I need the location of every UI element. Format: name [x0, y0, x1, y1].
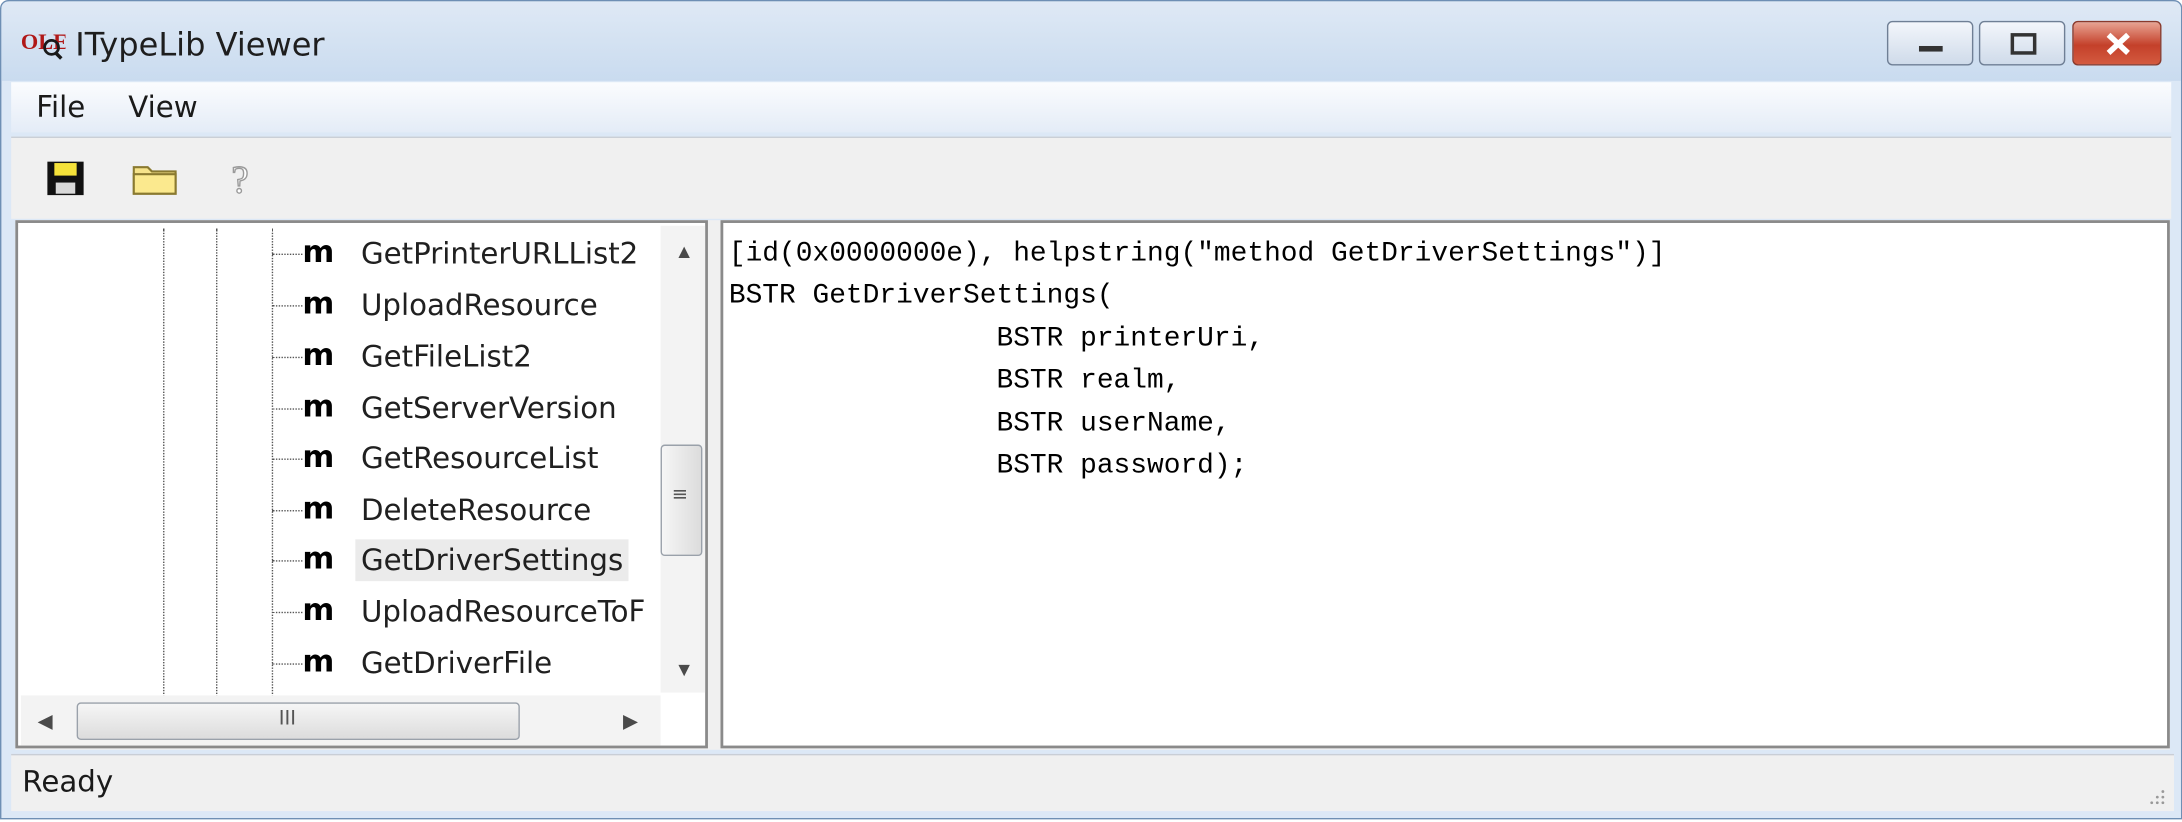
- idl-detail-pane[interactable]: [id(0x0000000e), helpstring("method GetD…: [720, 220, 2170, 749]
- tree-branch: [271, 356, 303, 359]
- tree-item[interactable]: m UploadResource: [271, 282, 662, 329]
- tree-guide-line: [163, 228, 165, 697]
- tree-vertical-scrollbar[interactable]: ▲ ≡ ▼: [660, 225, 706, 693]
- scroll-right-arrow-icon[interactable]: ▶: [623, 709, 638, 733]
- tree-branch: [271, 253, 303, 256]
- method-icon: m: [302, 440, 335, 476]
- menu-view[interactable]: View: [128, 91, 197, 124]
- method-icon: m: [302, 542, 335, 577]
- title-bar[interactable]: OLE ITypeLib Viewer: [1, 1, 2181, 81]
- method-icon: m: [302, 235, 335, 271]
- tree-branch: [271, 510, 303, 512]
- grip-icon: III: [278, 707, 296, 731]
- tree-branch: [271, 408, 303, 410]
- method-icon: m: [302, 338, 335, 374]
- method-icon: m: [302, 390, 335, 426]
- tree-item-label: GetDriverSettings: [355, 539, 629, 582]
- toolbar: ?: [11, 136, 2172, 219]
- status-bar: Ready: [11, 753, 2175, 812]
- tree-branch: [271, 458, 303, 460]
- tree-item[interactable]: m GetDriverFile: [271, 640, 662, 687]
- resize-grip-icon[interactable]: [2146, 786, 2166, 806]
- help-icon[interactable]: ?: [223, 159, 265, 198]
- scroll-down-arrow-icon[interactable]: ▼: [675, 658, 694, 680]
- svg-text:?: ?: [231, 159, 248, 198]
- tree-item[interactable]: m GetServerVersion: [271, 385, 662, 432]
- open-folder-icon[interactable]: [131, 159, 178, 198]
- vertical-scroll-thumb[interactable]: ≡: [660, 444, 703, 557]
- tree-horizontal-scrollbar[interactable]: ◀ III ▶: [20, 695, 661, 746]
- ole-app-icon: OLE: [21, 29, 65, 60]
- code-line: BSTR GetDriverSettings(: [728, 280, 1114, 313]
- tree-item-selected[interactable]: m GetDriverSettings: [271, 537, 662, 584]
- tree-branch: [271, 663, 303, 665]
- tree-branch: [271, 611, 303, 614]
- tree-item[interactable]: m UploadResourceToF: [271, 588, 662, 635]
- typelib-tree-view[interactable]: m GetPrinterURLList2 m UploadResource m Get…: [15, 220, 708, 749]
- main-window: OLE ITypeLib Viewer File View ? m GetPri…: [0, 0, 2182, 820]
- status-text: Ready: [22, 765, 114, 799]
- method-icon: m: [302, 593, 335, 629]
- tree-item-label: UploadResourceToF: [360, 595, 646, 629]
- tree-item-label: UploadResource: [360, 288, 598, 322]
- tree-item[interactable]: m GetFileList2: [271, 333, 662, 380]
- grip-icon: ≡: [671, 483, 689, 506]
- tree-item-label: GetFileList2: [360, 340, 532, 374]
- minimize-icon: [1918, 45, 1943, 52]
- code-line: BSTR realm,: [728, 365, 1181, 398]
- window-title: ITypeLib Viewer: [75, 27, 325, 65]
- tree-item-label: GetDriverFile: [360, 646, 553, 681]
- tree-item-label: DeleteResource: [360, 493, 592, 527]
- tree-branch: [271, 560, 303, 562]
- scroll-up-arrow-icon[interactable]: ▲: [675, 240, 694, 262]
- method-icon: m: [302, 287, 335, 322]
- tree-item[interactable]: m GetPrinterURLList2: [271, 230, 662, 277]
- idl-code-text: [id(0x0000000e), helpstring("method GetD…: [729, 234, 1666, 488]
- minimize-button[interactable]: [1886, 20, 1974, 66]
- tree-guide-line: [216, 228, 218, 697]
- menu-file[interactable]: File: [36, 91, 85, 124]
- code-line: BSTR printerUri,: [728, 323, 1265, 356]
- close-icon: [2106, 32, 2130, 55]
- tree-item-label: GetPrinterURLList2: [360, 236, 639, 271]
- split-view: m GetPrinterURLList2 m UploadResource m Get…: [15, 220, 2170, 750]
- code-line: BSTR userName,: [728, 407, 1231, 440]
- tree-item-label: GetServerVersion: [360, 391, 617, 426]
- tree-item[interactable]: m DeleteResource: [271, 486, 662, 533]
- scroll-left-arrow-icon[interactable]: ◀: [38, 709, 53, 733]
- tree-item-label: GetResourceList: [360, 441, 599, 476]
- method-icon: m: [302, 645, 335, 681]
- save-icon[interactable]: [45, 159, 87, 198]
- menu-bar: File View: [11, 82, 2172, 133]
- code-line: BSTR password);: [728, 450, 1248, 483]
- horizontal-scroll-thumb[interactable]: III: [76, 702, 520, 741]
- maximize-icon: [2010, 33, 2037, 55]
- method-icon: m: [302, 491, 335, 527]
- code-line: [id(0x0000000e), helpstring("method GetD…: [728, 238, 1666, 271]
- close-button[interactable]: [2072, 20, 2162, 66]
- tree-branch: [271, 305, 303, 307]
- maximize-button[interactable]: [1978, 20, 2066, 66]
- tree-item[interactable]: m GetResourceList: [271, 435, 662, 482]
